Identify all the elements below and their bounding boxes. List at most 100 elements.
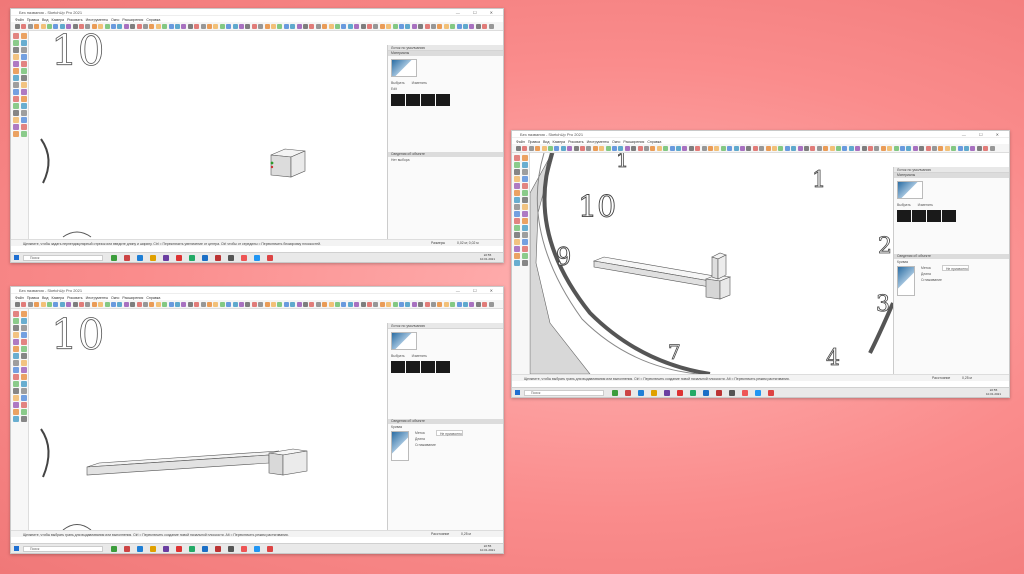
toolbar-tool-icon[interactable] <box>27 302 33 307</box>
toolbar-tool-icon[interactable] <box>912 146 918 151</box>
tool-palette-icon[interactable] <box>522 204 528 210</box>
material-preview[interactable] <box>391 332 417 350</box>
toolbar-tool-icon[interactable] <box>631 146 637 151</box>
toolbar-tool-icon[interactable] <box>919 146 925 151</box>
material-preview[interactable] <box>897 181 923 199</box>
toolbar-tool-icon[interactable] <box>322 24 328 29</box>
swatch[interactable] <box>421 361 435 373</box>
tool-palette-icon[interactable] <box>21 402 27 408</box>
toolbar-tool-icon[interactable] <box>714 146 720 151</box>
toolbar-tool-icon[interactable] <box>79 302 84 307</box>
toolbar-tool-icon[interactable] <box>560 146 566 151</box>
tool-palette-icon[interactable] <box>514 204 520 210</box>
tool-palette-icon[interactable] <box>514 162 520 168</box>
toolbar-tool-icon[interactable] <box>258 24 264 29</box>
toolbar-tool-icon[interactable] <box>277 24 283 29</box>
toolbar-tool-icon[interactable] <box>264 24 270 29</box>
toolbar-tool-icon[interactable] <box>784 146 790 151</box>
toolbar-tool-icon[interactable] <box>328 302 334 307</box>
taskbar-app-icon[interactable] <box>651 390 657 396</box>
toolbar-tool-icon[interactable] <box>463 24 468 29</box>
tool-palette-icon[interactable] <box>13 89 19 95</box>
toolbar-tool-icon[interactable] <box>341 24 347 29</box>
toolbar-tool-icon[interactable] <box>34 24 40 29</box>
toolbar-tool-icon[interactable] <box>488 302 494 307</box>
start-icon[interactable] <box>14 255 19 260</box>
tool-palette-icon[interactable] <box>514 239 520 245</box>
toolbar-tool-icon[interactable] <box>21 24 27 29</box>
tool-palette-icon[interactable] <box>522 211 528 217</box>
taskbar-app-icon[interactable] <box>189 546 195 552</box>
toolbar-tool-icon[interactable] <box>989 146 995 151</box>
tool-palette-icon[interactable] <box>522 190 528 196</box>
toolbar-tool-icon[interactable] <box>271 302 276 307</box>
toolbar-tool-icon[interactable] <box>522 146 528 151</box>
toolbar-tool-icon[interactable] <box>740 146 745 151</box>
toolbar-tool-icon[interactable] <box>264 302 270 307</box>
toolbar-tool-icon[interactable] <box>554 146 560 151</box>
tool-palette-icon[interactable] <box>21 117 27 123</box>
toolbar-tool-icon[interactable] <box>874 146 880 151</box>
toolbar-tool-icon[interactable] <box>239 302 244 307</box>
toolbar-tool-icon[interactable] <box>53 24 59 29</box>
layer-dropdown[interactable]: Не присвоено <box>435 430 463 436</box>
toolbar-tool-icon[interactable] <box>573 146 579 151</box>
taskbar-app-icon[interactable] <box>137 255 143 261</box>
tool-palette-icon[interactable] <box>13 325 19 331</box>
materials-header[interactable]: Материалы <box>388 51 503 56</box>
toolbar-tool-icon[interactable] <box>373 24 379 29</box>
toolbar-tool-icon[interactable] <box>516 146 521 151</box>
edit-tab[interactable]: Изменить <box>915 202 933 208</box>
tool-palette-icon[interactable] <box>522 225 528 231</box>
toolbar-tool-icon[interactable] <box>155 24 161 29</box>
toolbar-tool-icon[interactable] <box>720 146 726 151</box>
taskbar-app-icon[interactable] <box>267 546 273 552</box>
toolbar-tool-icon[interactable] <box>251 302 257 307</box>
tool-palette-icon[interactable] <box>21 40 27 46</box>
toolbar-tool-icon[interactable] <box>162 24 168 29</box>
toolbar-tool-icon[interactable] <box>296 302 302 307</box>
toolbar-tool-icon[interactable] <box>488 24 494 29</box>
toolbar-tool-icon[interactable] <box>283 302 289 307</box>
layer-dropdown[interactable]: Не присвоено <box>941 265 969 271</box>
swatch[interactable] <box>391 94 405 106</box>
toolbar-tool-icon[interactable] <box>53 302 59 307</box>
toolbar-tool-icon[interactable] <box>392 24 398 29</box>
window-controls[interactable]: — ☐ ✕ <box>456 10 499 15</box>
toolbar-tool-icon[interactable] <box>258 302 264 307</box>
toolbar-tool-icon[interactable] <box>708 146 713 151</box>
toolbar-tool-icon[interactable] <box>379 24 385 29</box>
toolbar-tool-icon[interactable] <box>290 302 296 307</box>
toolbar-tool-icon[interactable] <box>469 24 475 29</box>
toolbar-tool-icon[interactable] <box>239 24 244 29</box>
tool-palette-icon[interactable] <box>514 197 520 203</box>
tool-palette-icon[interactable] <box>21 416 27 422</box>
toolbar-tool-icon[interactable] <box>21 302 27 307</box>
tool-palette-icon[interactable] <box>514 246 520 252</box>
toolbar-tool-icon[interactable] <box>219 24 225 29</box>
tool-palette-icon[interactable] <box>21 33 27 39</box>
toolbar-tool-icon[interactable] <box>136 302 142 307</box>
tool-palette-icon[interactable] <box>21 311 27 317</box>
toolbar-tool-icon[interactable] <box>303 302 308 307</box>
toolbar-tool-icon[interactable] <box>548 146 553 151</box>
tool-palette-icon[interactable] <box>13 40 19 46</box>
tool-palette-icon[interactable] <box>13 110 19 116</box>
material-swatches[interactable] <box>388 359 503 375</box>
toolbar-tool-icon[interactable] <box>431 302 436 307</box>
tool-palette-icon[interactable] <box>21 388 27 394</box>
taskbar-app-icon[interactable] <box>241 546 247 552</box>
taskbar-app-icon[interactable] <box>228 255 234 261</box>
tool-palette-icon[interactable] <box>13 75 19 81</box>
tool-palette-icon[interactable] <box>21 332 27 338</box>
taskbar-app-icon[interactable] <box>150 255 156 261</box>
taskbar-app-icon[interactable] <box>202 255 208 261</box>
tool-palette-icon[interactable] <box>13 103 19 109</box>
toolbar-tool-icon[interactable] <box>175 24 180 29</box>
taskbar-app-icon[interactable] <box>755 390 761 396</box>
toolbar-tool-icon[interactable] <box>79 24 84 29</box>
tool-palette-icon[interactable] <box>21 54 27 60</box>
toolbar-tool-icon[interactable] <box>386 302 392 307</box>
toolbar-tool-icon[interactable] <box>450 24 456 29</box>
toolbar-tool-icon[interactable] <box>379 302 385 307</box>
